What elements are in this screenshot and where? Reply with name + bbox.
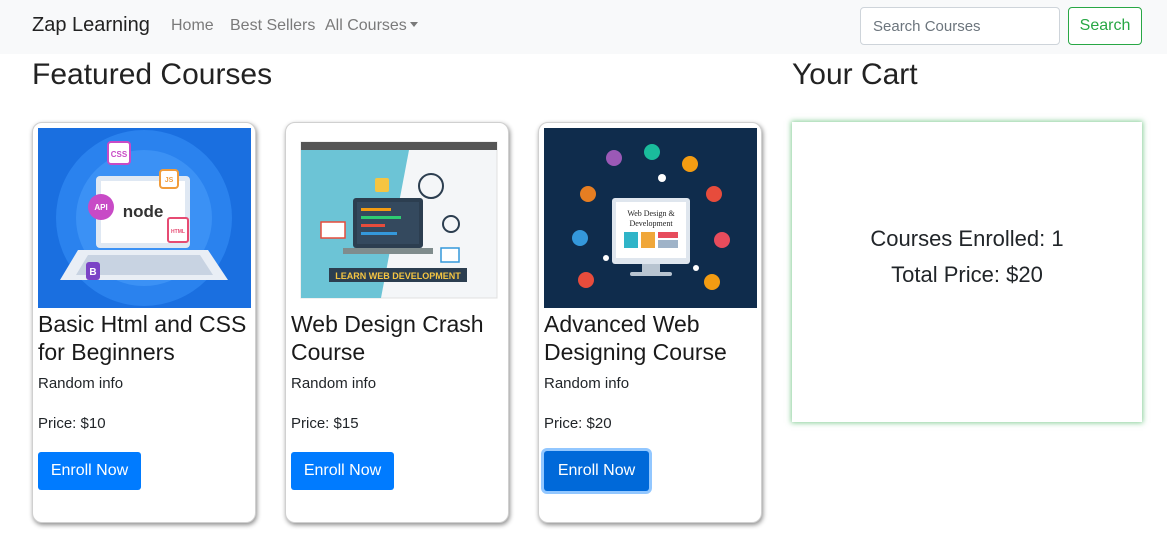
web-design-monitor-illustration-icon: Web Design & Development <box>544 128 757 308</box>
api-badge-text: API <box>94 203 107 212</box>
nav-dropdown-label: All Courses <box>325 17 407 34</box>
node-logo-text: node <box>123 202 164 221</box>
courses-enrolled-count: Courses Enrolled: 1 <box>870 226 1064 251</box>
caret-down-icon <box>409 22 418 27</box>
nav-link-best-sellers[interactable]: Best Sellers <box>230 17 315 35</box>
web-design-caption-1: Web Design & <box>627 209 675 218</box>
course-price: Price: $10 <box>38 415 106 432</box>
course-card: Web Design & Development Advanced Web De… <box>538 122 762 523</box>
course-price: Price: $20 <box>544 415 612 432</box>
html-badge-text: HTML <box>171 229 185 235</box>
js-badge-text: JS <box>165 177 174 184</box>
cart-summary-box: Courses Enrolled: 1 Total Price: $20 <box>792 122 1142 422</box>
course-info: Random info <box>544 375 630 392</box>
course-info: Random info <box>291 375 377 392</box>
course-title: Advanced Web Designing Course <box>544 311 727 365</box>
web-development-illustration-icon: LEARN WEB DEVELOPMENT <box>291 128 504 308</box>
navbar: Zap Learning Home Best Sellers All Cours… <box>0 0 1167 54</box>
course-title: Basic Html and CSS for Beginners <box>38 311 247 365</box>
nav-dropdown-all-courses[interactable]: All Courses <box>325 17 418 35</box>
learn-web-development-banner: LEARN WEB DEVELOPMENT <box>335 271 461 281</box>
course-price: Price: $15 <box>291 415 359 432</box>
course-title: Web Design Crash Course <box>291 311 484 365</box>
course-card: node CSS API JS HTML B Basic Html and CS… <box>32 122 256 523</box>
course-card: LEARN WEB DEVELOPMENT Web Design Crash C… <box>285 122 509 523</box>
enroll-now-button[interactable]: Enroll Now <box>291 452 394 490</box>
enroll-now-button[interactable]: Enroll Now <box>544 451 649 491</box>
search-button[interactable]: Search <box>1068 7 1142 45</box>
brand-logo-link[interactable]: Zap Learning <box>32 14 150 37</box>
course-info: Random info <box>38 375 124 392</box>
your-cart-heading: Your Cart <box>792 58 918 91</box>
featured-courses-heading: Featured Courses <box>32 58 273 91</box>
cart-total-price: Total Price: $20 <box>891 262 1043 287</box>
css-badge-text: CSS <box>111 150 128 159</box>
nav-link-home[interactable]: Home <box>171 17 214 35</box>
laptop-node-illustration-icon: node CSS API JS HTML B <box>38 128 251 308</box>
bootstrap-badge-text: B <box>89 267 96 278</box>
search-input[interactable] <box>860 7 1060 45</box>
web-design-caption-2: Development <box>629 219 673 228</box>
enroll-now-button[interactable]: Enroll Now <box>38 452 141 490</box>
